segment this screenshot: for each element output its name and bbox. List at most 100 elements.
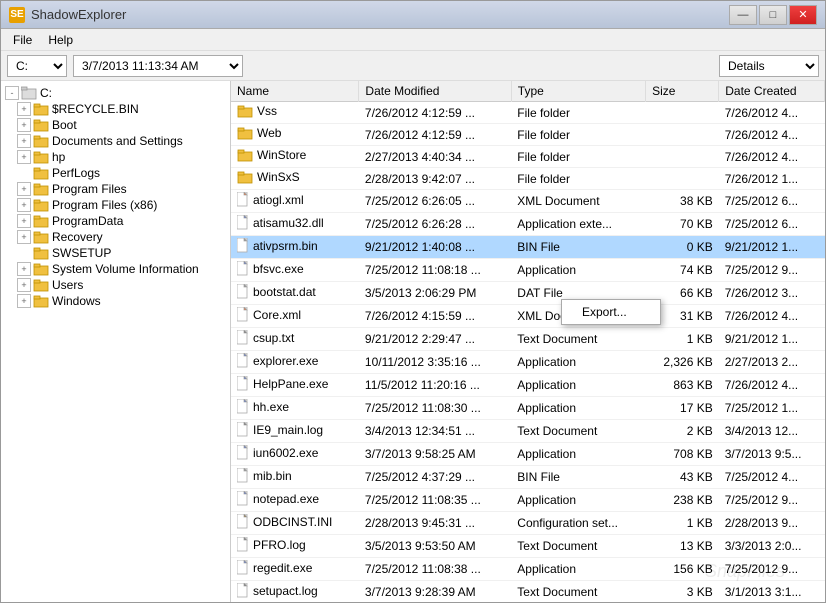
close-button[interactable]: ✕ xyxy=(789,5,817,25)
col-date[interactable]: Date Modified xyxy=(359,81,511,102)
file-created-cell: 7/25/2012 9... xyxy=(719,558,825,581)
expand-recycle[interactable]: + xyxy=(17,102,31,116)
file-date-cell: 7/25/2012 11:08:30 ... xyxy=(359,397,511,420)
file-type-cell: Application xyxy=(511,443,645,466)
table-row[interactable]: ativpsrm.bin9/21/2012 1:40:08 ...BIN Fil… xyxy=(231,236,825,259)
tree-item-recovery[interactable]: + Recovery xyxy=(1,229,230,245)
expand-hp[interactable]: + xyxy=(17,150,31,164)
tree-item-perflogs[interactable]: PerfLogs xyxy=(1,165,230,181)
table-row[interactable]: PFRO.log3/5/2013 9:53:50 AMText Document… xyxy=(231,535,825,558)
tree-item-hp[interactable]: + hp xyxy=(1,149,230,165)
file-size-cell: 3 KB xyxy=(646,581,719,603)
col-created[interactable]: Date Created xyxy=(719,81,825,102)
table-row[interactable]: mib.bin7/25/2012 4:37:29 ...BIN File43 K… xyxy=(231,466,825,489)
folder-icon xyxy=(33,134,49,148)
table-row[interactable]: Core.xml7/26/2012 4:15:59 ...XML Documen… xyxy=(231,305,825,328)
table-row[interactable]: hh.exe7/25/2012 11:08:30 ...Application1… xyxy=(231,397,825,420)
tree-item-users[interactable]: + Users xyxy=(1,277,230,293)
folder-icon xyxy=(33,262,49,276)
expand-boot[interactable]: + xyxy=(17,118,31,132)
table-row[interactable]: WinStore2/27/2013 4:40:34 ...File folder… xyxy=(231,146,825,168)
expand-pd[interactable]: + xyxy=(17,214,31,228)
menu-bar: File Help xyxy=(1,29,825,51)
tree-item-swsetup[interactable]: SWSETUP xyxy=(1,245,230,261)
expand-win[interactable]: + xyxy=(17,294,31,308)
tree-item-programdata[interactable]: + ProgramData xyxy=(1,213,230,229)
view-selector[interactable]: Details xyxy=(719,55,819,77)
file-date-cell: 10/11/2012 3:35:16 ... xyxy=(359,351,511,374)
app-icon: SE xyxy=(9,7,25,23)
tree-item-docs[interactable]: + Documents and Settings xyxy=(1,133,230,149)
file-name-cell: HelpPane.exe xyxy=(231,374,359,397)
file-date-cell: 7/25/2012 6:26:28 ... xyxy=(359,213,511,236)
tree-item-label: $RECYCLE.BIN xyxy=(52,102,139,116)
expand-svi[interactable]: + xyxy=(17,262,31,276)
main-window: SE ShadowExplorer — □ ✕ File Help C: 3/7… xyxy=(0,0,826,603)
tree-item-recycle[interactable]: + $RECYCLE.BIN xyxy=(1,101,230,117)
tree-item-boot[interactable]: + Boot xyxy=(1,117,230,133)
file-created-cell: 3/1/2013 3:1... xyxy=(719,581,825,603)
table-row[interactable]: notepad.exe7/25/2012 11:08:35 ...Applica… xyxy=(231,489,825,512)
menu-help[interactable]: Help xyxy=(40,31,81,49)
file-name-cell: ativpsrm.bin xyxy=(231,236,359,259)
drive-selector[interactable]: C: xyxy=(7,55,67,77)
expand-docs[interactable]: + xyxy=(17,134,31,148)
file-name-cell: bfsvc.exe xyxy=(231,259,359,282)
table-row[interactable]: IE9_main.log3/4/2013 12:34:51 ...Text Do… xyxy=(231,420,825,443)
file-name-cell: atiogl.xml xyxy=(231,190,359,213)
tree-panel: - C: + $RECYCLE.BIN xyxy=(1,81,231,602)
file-date-cell: 7/25/2012 6:26:05 ... xyxy=(359,190,511,213)
file-type-cell: Text Document xyxy=(511,581,645,603)
table-row[interactable]: bootstat.dat3/5/2013 2:06:29 PMDAT File6… xyxy=(231,282,825,305)
context-menu-export[interactable]: Export... xyxy=(562,300,660,324)
table-row[interactable]: Vss7/26/2012 4:12:59 ...File folder7/26/… xyxy=(231,102,825,124)
file-created-cell: 7/26/2012 4... xyxy=(719,305,825,328)
col-size[interactable]: Size xyxy=(646,81,719,102)
expand-pfx86[interactable]: + xyxy=(17,198,31,212)
minimize-button[interactable]: — xyxy=(729,5,757,25)
title-bar-controls: — □ ✕ xyxy=(729,5,817,25)
col-name[interactable]: Name xyxy=(231,81,359,102)
tree-item-label: Program Files xyxy=(52,182,127,196)
tree-item-label: Windows xyxy=(52,294,101,308)
expand-users[interactable]: + xyxy=(17,278,31,292)
file-date-cell: 7/25/2012 4:37:29 ... xyxy=(359,466,511,489)
tree-expand-root[interactable]: - xyxy=(5,86,19,100)
file-type-cell: Application xyxy=(511,351,645,374)
table-row[interactable]: ODBCINST.INI2/28/2013 9:45:31 ...Configu… xyxy=(231,512,825,535)
folder-icon xyxy=(33,294,49,308)
file-date-cell: 7/26/2012 4:12:59 ... xyxy=(359,124,511,146)
col-type[interactable]: Type xyxy=(511,81,645,102)
table-row[interactable]: HelpPane.exe11/5/2012 11:20:16 ...Applic… xyxy=(231,374,825,397)
file-date-cell: 11/5/2012 11:20:16 ... xyxy=(359,374,511,397)
expand-recovery[interactable]: + xyxy=(17,230,31,244)
file-name-cell: PFRO.log xyxy=(231,535,359,558)
table-row[interactable]: regedit.exe7/25/2012 11:08:38 ...Applica… xyxy=(231,558,825,581)
file-size-cell: 74 KB xyxy=(646,259,719,282)
tree-item-windows[interactable]: + Windows xyxy=(1,293,230,309)
table-row[interactable]: csup.txt9/21/2012 2:29:47 ...Text Docume… xyxy=(231,328,825,351)
tree-root[interactable]: - C: xyxy=(1,85,230,101)
table-row[interactable]: explorer.exe10/11/2012 3:35:16 ...Applic… xyxy=(231,351,825,374)
maximize-button[interactable]: □ xyxy=(759,5,787,25)
table-row[interactable]: atiogl.xml7/25/2012 6:26:05 ...XML Docum… xyxy=(231,190,825,213)
file-type-cell: File folder xyxy=(511,146,645,168)
file-created-cell: 2/27/2013 2... xyxy=(719,351,825,374)
table-row[interactable]: Web7/26/2012 4:12:59 ...File folder7/26/… xyxy=(231,124,825,146)
file-size-cell: 0 KB xyxy=(646,236,719,259)
tree-item-sysvolinfo[interactable]: + System Volume Information xyxy=(1,261,230,277)
table-row[interactable]: WinSxS2/28/2013 9:42:07 ...File folder7/… xyxy=(231,168,825,190)
file-name-cell: WinSxS xyxy=(231,168,359,190)
file-name-cell: ODBCINST.INI xyxy=(231,512,359,535)
table-row[interactable]: setupact.log3/7/2013 9:28:39 AMText Docu… xyxy=(231,581,825,603)
menu-file[interactable]: File xyxy=(5,31,40,49)
table-row[interactable]: atisamu32.dll7/25/2012 6:26:28 ...Applic… xyxy=(231,213,825,236)
date-selector[interactable]: 3/7/2013 11:13:34 AM xyxy=(73,55,243,77)
tree-item-programfilesx86[interactable]: + Program Files (x86) xyxy=(1,197,230,213)
expand-pf[interactable]: + xyxy=(17,182,31,196)
file-panel: Name Date Modified Type Size Date Create… xyxy=(231,81,825,602)
table-row[interactable]: iun6002.exe3/7/2013 9:58:25 AMApplicatio… xyxy=(231,443,825,466)
table-row[interactable]: bfsvc.exe7/25/2012 11:08:18 ...Applicati… xyxy=(231,259,825,282)
tree-item-programfiles[interactable]: + Program Files xyxy=(1,181,230,197)
file-name-cell: setupact.log xyxy=(231,581,359,603)
